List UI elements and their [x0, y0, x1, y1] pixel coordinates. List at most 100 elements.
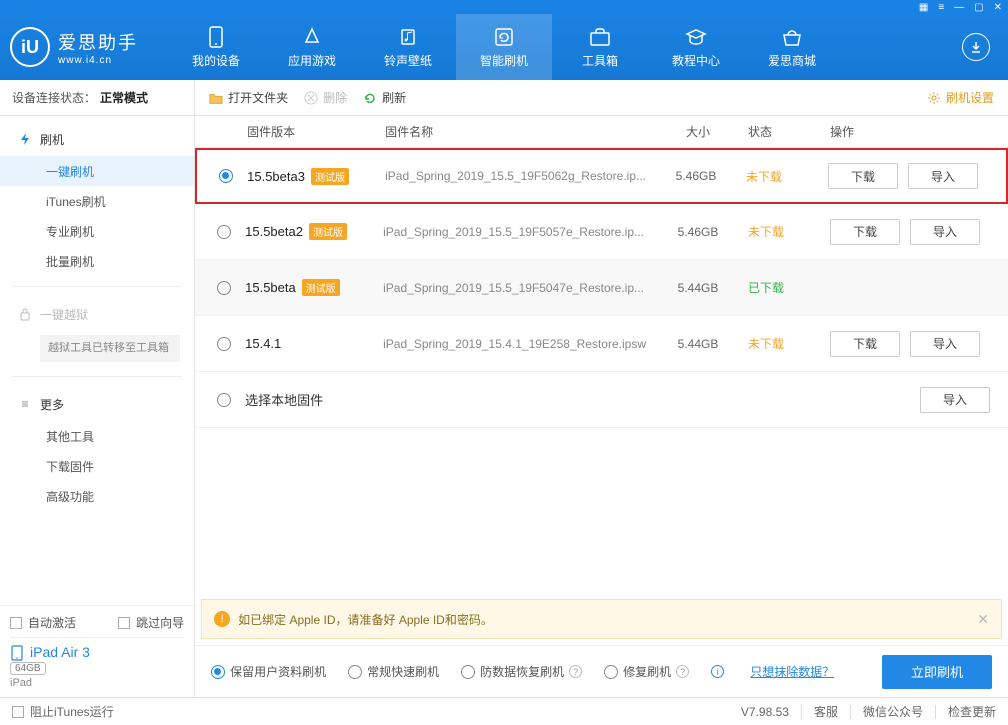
firmware-name: iPad_Spring_2019_15.5_19F5062g_Restore.i…: [385, 169, 656, 183]
topnav-flash[interactable]: 智能刷机: [456, 14, 552, 80]
firmware-size: 5.44GB: [658, 337, 738, 351]
radio-firmware[interactable]: [217, 225, 231, 239]
import-button[interactable]: 导入: [910, 219, 980, 245]
sidebar: 设备连接状态：正常模式 刷机 一键刷机 iTunes刷机 专业刷机 批量刷机 一…: [0, 80, 195, 697]
topnav: 我的设备 应用游戏 铃声壁纸 智能刷机 工具箱 教程中心 爱思商城: [168, 14, 962, 80]
radio-local[interactable]: [217, 393, 231, 407]
wechat-link[interactable]: 微信公众号: [863, 703, 923, 720]
import-button[interactable]: 导入: [908, 163, 978, 189]
local-firmware-row[interactable]: 选择本地固件 导入: [195, 372, 1008, 428]
help-icon[interactable]: ?: [569, 665, 582, 678]
menu-icon: ≡: [18, 397, 32, 411]
table-row[interactable]: 15.5beta2测试版iPad_Spring_2019_15.5_19F505…: [195, 204, 1008, 260]
block-itunes-label: 阻止iTunes运行: [30, 703, 114, 720]
device-type: iPad: [10, 677, 184, 689]
sidebar-head-jailbreak: 一键越狱: [0, 297, 194, 331]
sidebar-item-pro[interactable]: 专业刷机: [0, 216, 194, 246]
sidebar-item-download[interactable]: 下载固件: [0, 451, 194, 481]
sidebar-item-itunes[interactable]: iTunes刷机: [0, 186, 194, 216]
titlebar-maximize-icon[interactable]: ▢: [974, 2, 983, 13]
download-manager-icon[interactable]: [962, 33, 990, 61]
checkbox-skip-guide[interactable]: [118, 617, 130, 629]
titlebar-menu-icon[interactable]: ≡: [938, 2, 944, 13]
flash-icon: [18, 132, 32, 146]
help-icon[interactable]: ?: [676, 665, 689, 678]
topnav-ringtone[interactable]: 铃声壁纸: [360, 14, 456, 80]
radio-firmware[interactable]: [217, 281, 231, 295]
store-icon: [781, 26, 803, 48]
flash-now-button[interactable]: 立即刷机: [882, 655, 992, 689]
col-name: 固件名称: [385, 123, 658, 140]
download-button[interactable]: 下载: [830, 331, 900, 357]
topnav-my-device[interactable]: 我的设备: [168, 14, 264, 80]
device-name[interactable]: iPad Air 3: [10, 644, 184, 660]
sidebar-item-oneclick[interactable]: 一键刷机: [0, 156, 194, 186]
table-row[interactable]: 15.5beta测试版iPad_Spring_2019_15.5_19F5047…: [195, 260, 1008, 316]
topnav-apps[interactable]: 应用游戏: [264, 14, 360, 80]
firmware-size: 5.46GB: [656, 169, 736, 183]
download-button[interactable]: 下载: [828, 163, 898, 189]
mode-keep-data[interactable]: 保留用户资料刷机: [211, 663, 326, 680]
warning-icon: !: [214, 611, 230, 627]
toolbar-settings[interactable]: 刷机设置: [927, 89, 994, 106]
connection-status: 设备连接状态：正常模式: [0, 80, 194, 116]
mode-normal[interactable]: 常规快速刷机: [348, 663, 439, 680]
close-icon[interactable]: ✕: [977, 611, 989, 628]
mode-repair[interactable]: 修复刷机?: [604, 663, 689, 680]
check-update-link[interactable]: 检查更新: [948, 703, 996, 720]
tablet-icon: [10, 645, 24, 659]
header: iU 爱思助手 www.i4.cn 我的设备 应用游戏 铃声壁纸 智能刷机 工具…: [0, 14, 1008, 80]
toolbar-open-folder[interactable]: 打开文件夹: [209, 89, 288, 106]
warning-bar: ! 如已绑定 Apple ID，请准备好 Apple ID和密码。 ✕: [201, 599, 1002, 639]
sidebar-head-flash[interactable]: 刷机: [0, 122, 194, 156]
toolbar-delete: 删除: [304, 89, 347, 106]
logo-url: www.i4.cn: [58, 55, 138, 66]
table-row[interactable]: 15.5beta3测试版iPad_Spring_2019_15.5_19F506…: [195, 148, 1008, 204]
radio-firmware[interactable]: [219, 169, 233, 183]
firmware-size: 5.44GB: [658, 281, 738, 295]
checkbox-auto-activate[interactable]: [10, 617, 22, 629]
col-status: 状态: [738, 123, 818, 140]
gear-icon: [927, 91, 941, 105]
sidebar-item-other[interactable]: 其他工具: [0, 421, 194, 451]
beta-tag: 测试版: [302, 279, 340, 296]
sidebar-head-more[interactable]: ≡ 更多: [0, 387, 194, 421]
logo-title: 爱思助手: [58, 29, 138, 55]
radio-firmware[interactable]: [217, 337, 231, 351]
titlebar-grid-icon[interactable]: ▦: [919, 2, 928, 13]
sidebar-item-batch[interactable]: 批量刷机: [0, 246, 194, 276]
col-ops: 操作: [818, 123, 1008, 140]
import-button[interactable]: 导入: [910, 331, 980, 357]
firmware-status: 未下载: [736, 168, 816, 185]
titlebar-minimize-icon[interactable]: —: [954, 2, 964, 13]
erase-link[interactable]: 只想抹除数据？: [750, 663, 834, 680]
col-size: 大小: [658, 123, 738, 140]
firmware-name: iPad_Spring_2019_15.4.1_19E258_Restore.i…: [383, 337, 658, 351]
checkbox-block-itunes[interactable]: [12, 706, 24, 718]
download-button[interactable]: 下载: [830, 219, 900, 245]
mode-bar: 保留用户资料刷机 常规快速刷机 防数据恢复刷机? 修复刷机? i 只想抹除数据？…: [195, 645, 1008, 697]
firmware-version: 15.5beta3: [247, 169, 305, 184]
sidebar-item-advanced[interactable]: 高级功能: [0, 481, 194, 511]
firmware-rows: 15.5beta3 测试版 iPad_Spring_2019_15.5_19F506…: [195, 148, 1008, 372]
mode-anti-recovery[interactable]: 防数据恢复刷机?: [461, 663, 582, 680]
titlebar-close-icon[interactable]: ✕: [994, 2, 1002, 13]
topnav-tutorial[interactable]: 教程中心: [648, 14, 744, 80]
toolbar-refresh[interactable]: 刷新: [363, 89, 406, 106]
music-icon: [397, 26, 419, 48]
appstore-icon: [301, 26, 323, 48]
refresh-small-icon: [363, 91, 377, 105]
device-capacity: 64GB: [10, 662, 46, 675]
info-icon[interactable]: i: [711, 665, 724, 678]
topnav-store[interactable]: 爱思商城: [744, 14, 840, 80]
sidebar-jailbreak-note: 越狱工具已转移至工具箱: [40, 335, 180, 362]
firmware-version: 15.4.1: [245, 336, 281, 351]
firmware-status: 已下载: [738, 279, 818, 296]
table-row[interactable]: 15.4.1 iPad_Spring_2019_15.4.1_19E258_Res…: [195, 316, 1008, 372]
statusbar: 阻止iTunes运行 V7.98.53 客服 微信公众号 检查更新: [0, 697, 1008, 725]
firmware-name: iPad_Spring_2019_15.5_19F5047e_Restore.i…: [383, 281, 658, 295]
logo-icon: iU: [10, 27, 50, 67]
support-link[interactable]: 客服: [814, 703, 838, 720]
local-import-button[interactable]: 导入: [920, 387, 990, 413]
topnav-toolbox[interactable]: 工具箱: [552, 14, 648, 80]
